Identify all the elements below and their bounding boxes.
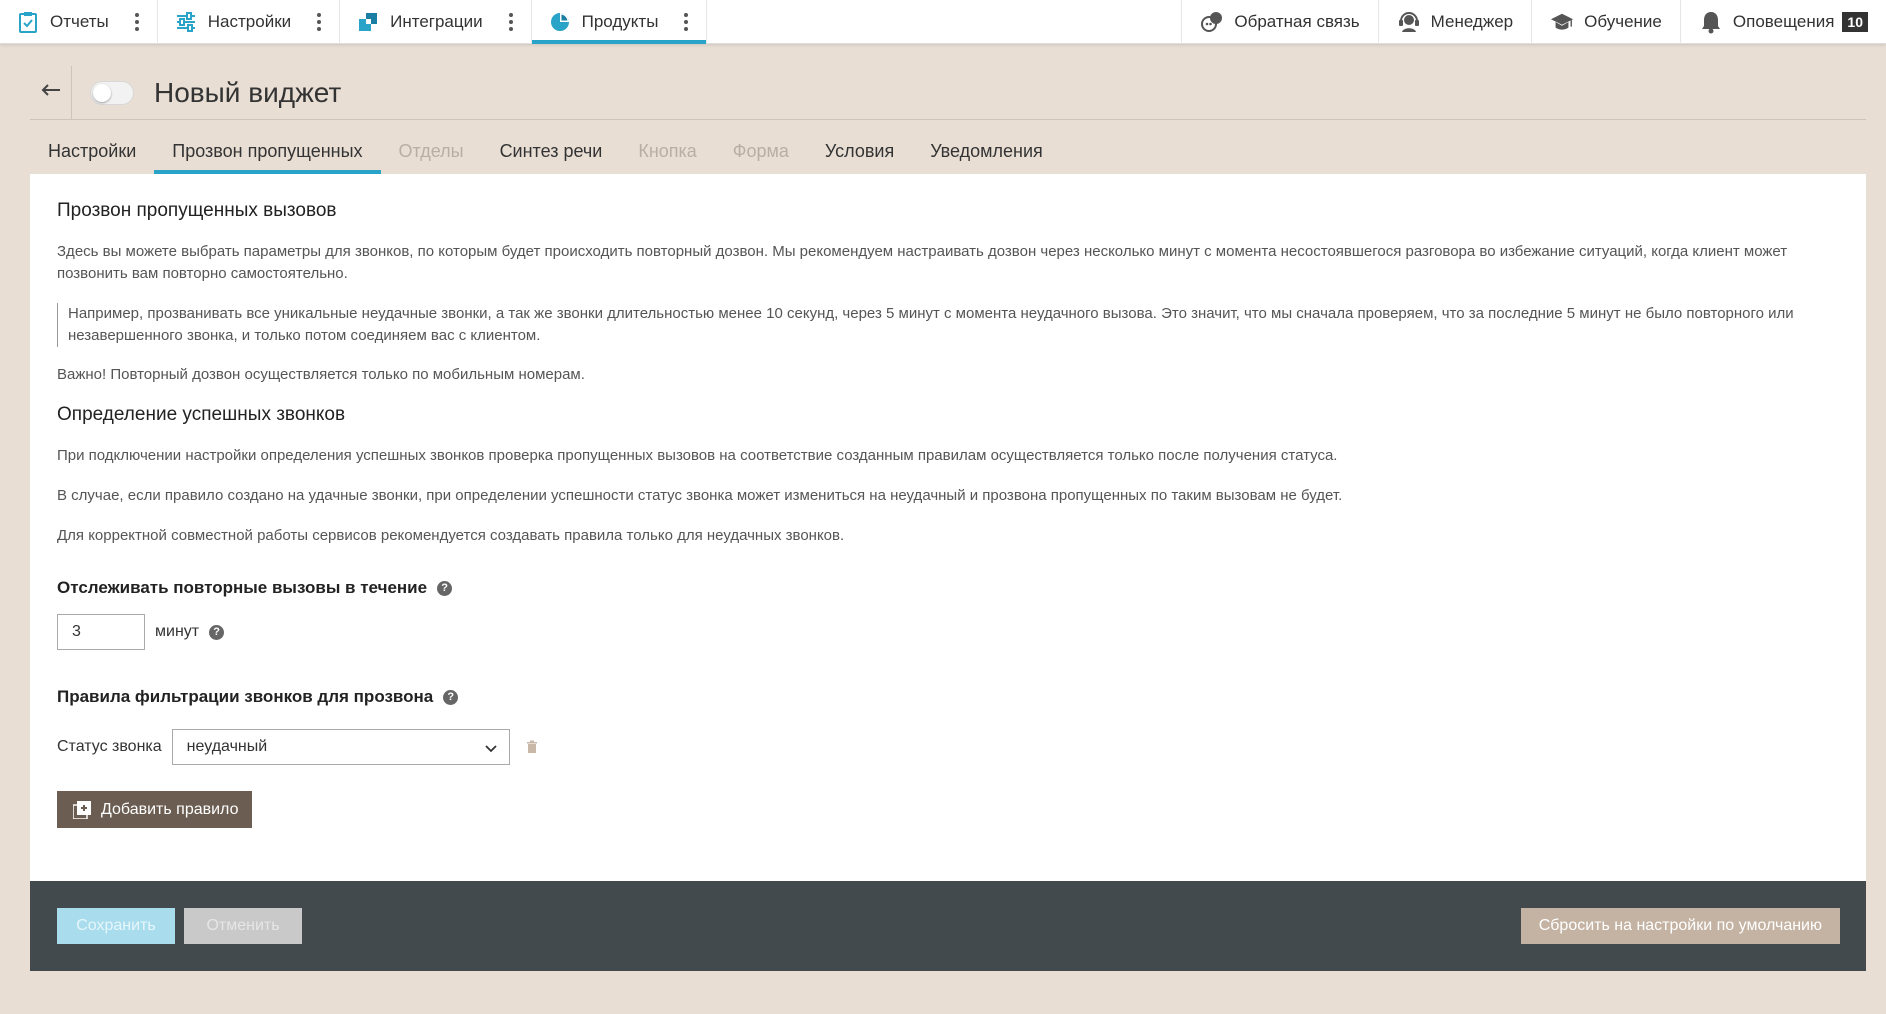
add-rule-button[interactable]: Добавить правило (57, 791, 253, 828)
help-icon[interactable]: ? (443, 689, 459, 705)
tab-button: Кнопка (638, 140, 697, 161)
success-paragraph-1: При подключении настройки определения ус… (57, 447, 1338, 464)
nav-item-learning[interactable]: Обучение (1531, 0, 1680, 44)
tab-form: Форма (732, 140, 789, 161)
call-status-select[interactable]: неудачный (171, 729, 510, 765)
success-paragraph-2: В случае, если правило создано на удачны… (57, 487, 1343, 504)
notifications-count-badge: 10 (1842, 12, 1868, 32)
page-title: Новый виджет (154, 76, 342, 108)
chat-bubbles-icon (1200, 10, 1224, 34)
nav-item-label: Оповещения (1732, 12, 1835, 31)
success-paragraph-3: Для корректной совместной работы сервисо… (57, 527, 845, 544)
top-nav-left: Отчеты Настройки Интеграции Продукты (0, 0, 708, 44)
filter-rules-label: Правила фильтрации звонков для прозвона (57, 687, 434, 706)
nav-item-label: Настройки (207, 12, 292, 31)
nav-item-label: Менеджер (1430, 12, 1514, 31)
call-status-selected-value: неудачный (186, 738, 268, 755)
clipboard-check-icon (16, 10, 40, 34)
example-quote: Например, прозванивать все уникальные не… (57, 303, 1847, 347)
puzzle-icon (356, 10, 380, 34)
tab-notifications[interactable]: Уведомления (912, 128, 1061, 174)
graduation-cap-icon (1550, 10, 1574, 34)
nav-item-products[interactable]: Продукты (531, 0, 708, 44)
nav-item-feedback[interactable]: Обратная связь (1181, 0, 1377, 44)
trash-icon[interactable] (526, 740, 538, 754)
call-status-rule-row: Статус звонка неудачный (57, 729, 538, 765)
intro-paragraph: Здесь вы можете выбрать параметры для зв… (57, 243, 1788, 282)
arrow-left-icon (41, 83, 61, 102)
section-title-success-detection: Определение успешных звонков (57, 404, 346, 425)
reset-defaults-button[interactable]: Сбросить на настройки по умолчанию (1520, 908, 1840, 944)
page-header: Новый виджет (30, 65, 1866, 120)
add-rule-label: Добавить правило (101, 800, 239, 818)
nav-item-notifications[interactable]: Оповещения 10 (1679, 0, 1886, 44)
nav-item-settings[interactable]: Настройки (158, 0, 341, 44)
minutes-input[interactable] (57, 614, 145, 650)
nav-item-label: Продукты (581, 12, 659, 31)
track-repeat-calls-label: Отслеживать повторные вызовы в течение (57, 578, 428, 597)
tab-missed-callback[interactable]: Прозвон пропущенных (154, 128, 381, 174)
widget-tabs: Настройки Прозвон пропущенных Отделы Син… (30, 128, 1061, 174)
kebab-menu-icon[interactable] (313, 9, 325, 35)
nav-item-label: Обратная связь (1234, 12, 1360, 31)
nav-item-label: Интеграции (390, 12, 483, 31)
kebab-menu-icon[interactable] (505, 9, 517, 35)
add-box-icon (73, 800, 91, 819)
bell-icon (1699, 10, 1723, 34)
sliders-icon (174, 10, 198, 34)
widget-enabled-toggle[interactable] (90, 80, 134, 105)
nav-item-manager[interactable]: Менеджер (1377, 0, 1531, 44)
important-note: Важно! Повторный дозвон осуществляется т… (57, 366, 585, 383)
nav-item-integrations[interactable]: Интеграции (340, 0, 532, 44)
save-button[interactable]: Сохранить (57, 908, 175, 944)
minutes-unit-label: минут (155, 623, 200, 640)
nav-item-label: Отчеты (50, 12, 109, 31)
cancel-button[interactable]: Отменить (184, 908, 302, 944)
minutes-row: минут ? (57, 614, 225, 650)
nav-item-reports[interactable]: Отчеты (0, 0, 158, 44)
kebab-menu-icon[interactable] (131, 9, 143, 35)
help-icon[interactable]: ? (437, 580, 453, 596)
section-title-missed-calls: Прозвон пропущенных вызовов (57, 200, 337, 221)
kebab-menu-icon[interactable] (680, 9, 692, 35)
chevron-down-icon (485, 741, 497, 759)
settings-card: Прозвон пропущенных вызовов Здесь вы мож… (30, 174, 1866, 881)
track-repeat-calls-heading: Отслеживать повторные вызовы в течение ? (57, 578, 453, 598)
action-footer: Сохранить Отменить Сбросить на настройки… (30, 881, 1866, 971)
top-navigation: Отчеты Настройки Интеграции Продукты Обр… (0, 0, 1886, 44)
tab-conditions[interactable]: Условия (807, 128, 912, 174)
tab-departments: Отделы (398, 140, 464, 161)
pie-chart-icon (548, 10, 572, 34)
tab-settings[interactable]: Настройки (30, 128, 154, 174)
back-button[interactable] (30, 65, 72, 120)
headset-icon (1397, 10, 1421, 34)
call-status-label: Статус звонка (57, 738, 162, 755)
filter-rules-heading: Правила фильтрации звонков для прозвона … (57, 687, 459, 707)
top-nav-right: Обратная связь Менеджер Обучение Оповеще… (1181, 0, 1886, 44)
nav-item-label: Обучение (1584, 12, 1662, 31)
help-icon[interactable]: ? (209, 624, 225, 640)
tab-speech-synthesis[interactable]: Синтез речи (482, 128, 621, 174)
